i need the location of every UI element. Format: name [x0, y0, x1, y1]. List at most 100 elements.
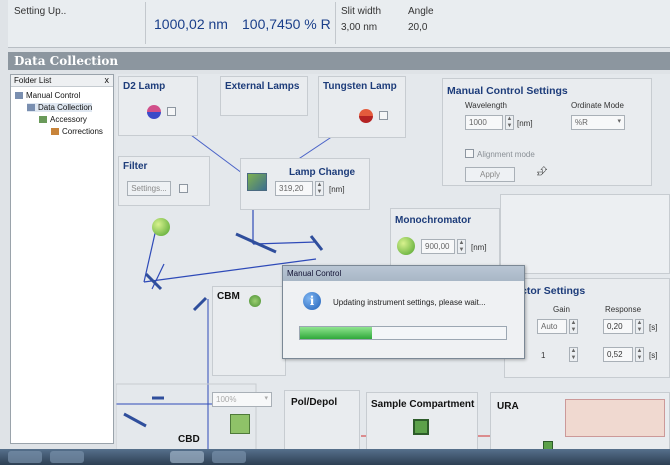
pol-depol-panel: Pol/Depol	[284, 390, 360, 454]
sample-holder-icon	[413, 419, 429, 435]
monochromator-input[interactable]: 900,00	[421, 239, 455, 254]
gain-input-1[interactable]: Auto	[537, 319, 567, 334]
response-unit-1: [s]	[649, 323, 658, 332]
cbm-title: CBM	[217, 291, 240, 302]
chevron-down-icon: ▾	[264, 395, 268, 402]
taskbar-button[interactable]	[170, 451, 204, 463]
tungsten-lamp-checkbox[interactable]	[379, 111, 388, 120]
response-spinner-2[interactable]: ▲ ▼	[635, 347, 644, 362]
angle-value: 20,0	[408, 22, 428, 33]
mirror-shape	[309, 235, 324, 251]
attenuator-select[interactable]: 100% ▾	[212, 392, 272, 407]
filter-settings-button[interactable]: Settings...	[127, 181, 171, 196]
d2-lamp-panel: D2 Lamp	[118, 76, 198, 136]
lamp-change-panel: Lamp Change 319,20 ▲ ▼ [nm]	[240, 158, 370, 210]
manual-control-dialog: Manual Control i Updating instrument set…	[282, 265, 525, 359]
response-input-1[interactable]: 0,20	[603, 319, 633, 334]
d2-lamp-icon	[147, 105, 161, 119]
response-input-2[interactable]: 0,52	[603, 347, 633, 362]
mirror-shape	[192, 296, 208, 312]
apply-button[interactable]: Apply	[465, 167, 515, 182]
external-lamps-title: External Lamps	[225, 81, 300, 92]
manual-control-settings-panel: Manual Control Settings Wavelength 1000 …	[442, 78, 652, 186]
d2-lamp-title: D2 Lamp	[123, 81, 166, 92]
manual-control-title: Manual Control Settings	[447, 85, 568, 97]
slit-width-label: Slit width	[341, 6, 382, 17]
tree-item-label: Corrections	[62, 127, 103, 136]
monochromator-spinner[interactable]: ▲ ▼	[457, 239, 466, 254]
beam-line	[252, 241, 317, 245]
response-spinner-1[interactable]: ▲ ▼	[635, 319, 644, 334]
empty-panel	[500, 194, 670, 274]
progress-bar	[299, 326, 507, 340]
instrument-panel: D2 Lamp External Lamps Tungsten Lamp Man…	[116, 74, 670, 454]
taskbar-button[interactable]	[8, 451, 42, 463]
filter-panel: Filter Settings...	[118, 156, 210, 206]
slit-width-value: 3,00 nm	[341, 22, 378, 33]
tree-item-manual-control[interactable]: Manual Control	[15, 91, 80, 100]
tree-item-label: Accessory	[50, 115, 87, 124]
lamp-change-unit: [nm]	[329, 185, 345, 194]
d2-lamp-checkbox[interactable]	[167, 107, 176, 116]
info-icon: i	[303, 292, 321, 310]
accessory-icon	[39, 116, 47, 124]
ura-diagram-icon	[565, 399, 665, 437]
close-icon[interactable]: x	[105, 75, 110, 85]
sample-compartment-panel: Sample Compartment	[366, 392, 478, 454]
ordinate-mode-value: %R	[575, 118, 588, 127]
status-readout-cell: 1000,02 nm 100,7450 % R	[146, 2, 336, 44]
gain-value-2: 1	[541, 351, 546, 360]
gain-spinner-2[interactable]: ▲ ▼	[569, 347, 578, 362]
tungsten-lamp-title: Tungsten Lamp	[323, 81, 397, 92]
progress-bar-fill	[300, 327, 373, 339]
reading-readout: 100,7450 % R	[242, 16, 331, 32]
detector-settings-panel: ctor Settings Gain Response Auto ▲ ▼ 0,20…	[504, 278, 670, 378]
tree-item-accessory[interactable]: Accessory	[39, 115, 87, 124]
wavelength-unit: [nm]	[517, 119, 533, 128]
gain-spinner-1[interactable]: ▲ ▼	[569, 319, 578, 334]
tree-item-corrections[interactable]: Corrections	[51, 127, 103, 136]
ordinate-mode-label: Ordinate Mode	[571, 101, 624, 110]
alignment-mode-checkbox[interactable]	[465, 149, 474, 158]
dialog-message: Updating instrument settings, please wai…	[333, 298, 486, 307]
beam-line	[143, 228, 157, 283]
attenuator-icon	[230, 414, 250, 434]
wavelength-spinner[interactable]: ▲ ▼	[505, 115, 514, 130]
mirror-shape	[123, 412, 147, 428]
ordinate-mode-select[interactable]: %R ▾	[571, 115, 625, 130]
tree-item-label: Manual Control	[26, 91, 81, 100]
tungsten-lamp-panel: Tungsten Lamp	[318, 76, 406, 138]
screen: Setting Up.. 1000,02 nm 100,7450 % R Sli…	[0, 0, 670, 465]
folder-list-header: Folder List x	[11, 75, 113, 87]
lamp-change-mirror-icon	[247, 173, 267, 191]
taskbar-button[interactable]	[212, 451, 246, 463]
detector-settings-title: ctor Settings	[521, 285, 586, 297]
wavelength-readout: 1000,02 nm	[154, 16, 228, 32]
source-sphere-icon	[152, 218, 170, 236]
dialog-title: Manual Control	[283, 266, 524, 281]
corrections-icon	[51, 128, 59, 136]
ura-panel: URA	[490, 392, 670, 454]
monochromator-grating-icon	[397, 237, 415, 255]
wavelength-input[interactable]: 1000	[465, 115, 503, 130]
ura-title: URA	[497, 401, 519, 412]
tree-item-label: Data Collection	[38, 103, 93, 112]
pol-depol-title: Pol/Depol	[291, 397, 338, 408]
lamp-change-input[interactable]: 319,20	[275, 181, 313, 196]
gain-label: Gain	[553, 305, 570, 314]
wavelength-label: Wavelength	[465, 101, 507, 110]
tungsten-lamp-icon	[359, 109, 373, 123]
attenuator-value: 100%	[216, 395, 237, 404]
window-title: Data Collection	[8, 52, 670, 70]
tree-item-data-collection[interactable]: Data Collection	[27, 103, 93, 112]
monochromator-title: Monochromator	[395, 215, 472, 226]
folder-icon	[15, 92, 23, 100]
mouse-cursor-icon: ⮵	[537, 163, 548, 178]
taskbar-button[interactable]	[50, 451, 84, 463]
lamp-change-spinner[interactable]: ▲ ▼	[315, 181, 324, 196]
status-bar: Setting Up.. 1000,02 nm 100,7450 % R Sli…	[8, 0, 670, 48]
response-label: Response	[605, 305, 642, 314]
filter-checkbox[interactable]	[179, 184, 188, 193]
monochromator-panel: Monochromator 900,00 ▲ ▼ [nm]	[390, 208, 500, 266]
folder-list-title: Folder List	[14, 76, 52, 85]
